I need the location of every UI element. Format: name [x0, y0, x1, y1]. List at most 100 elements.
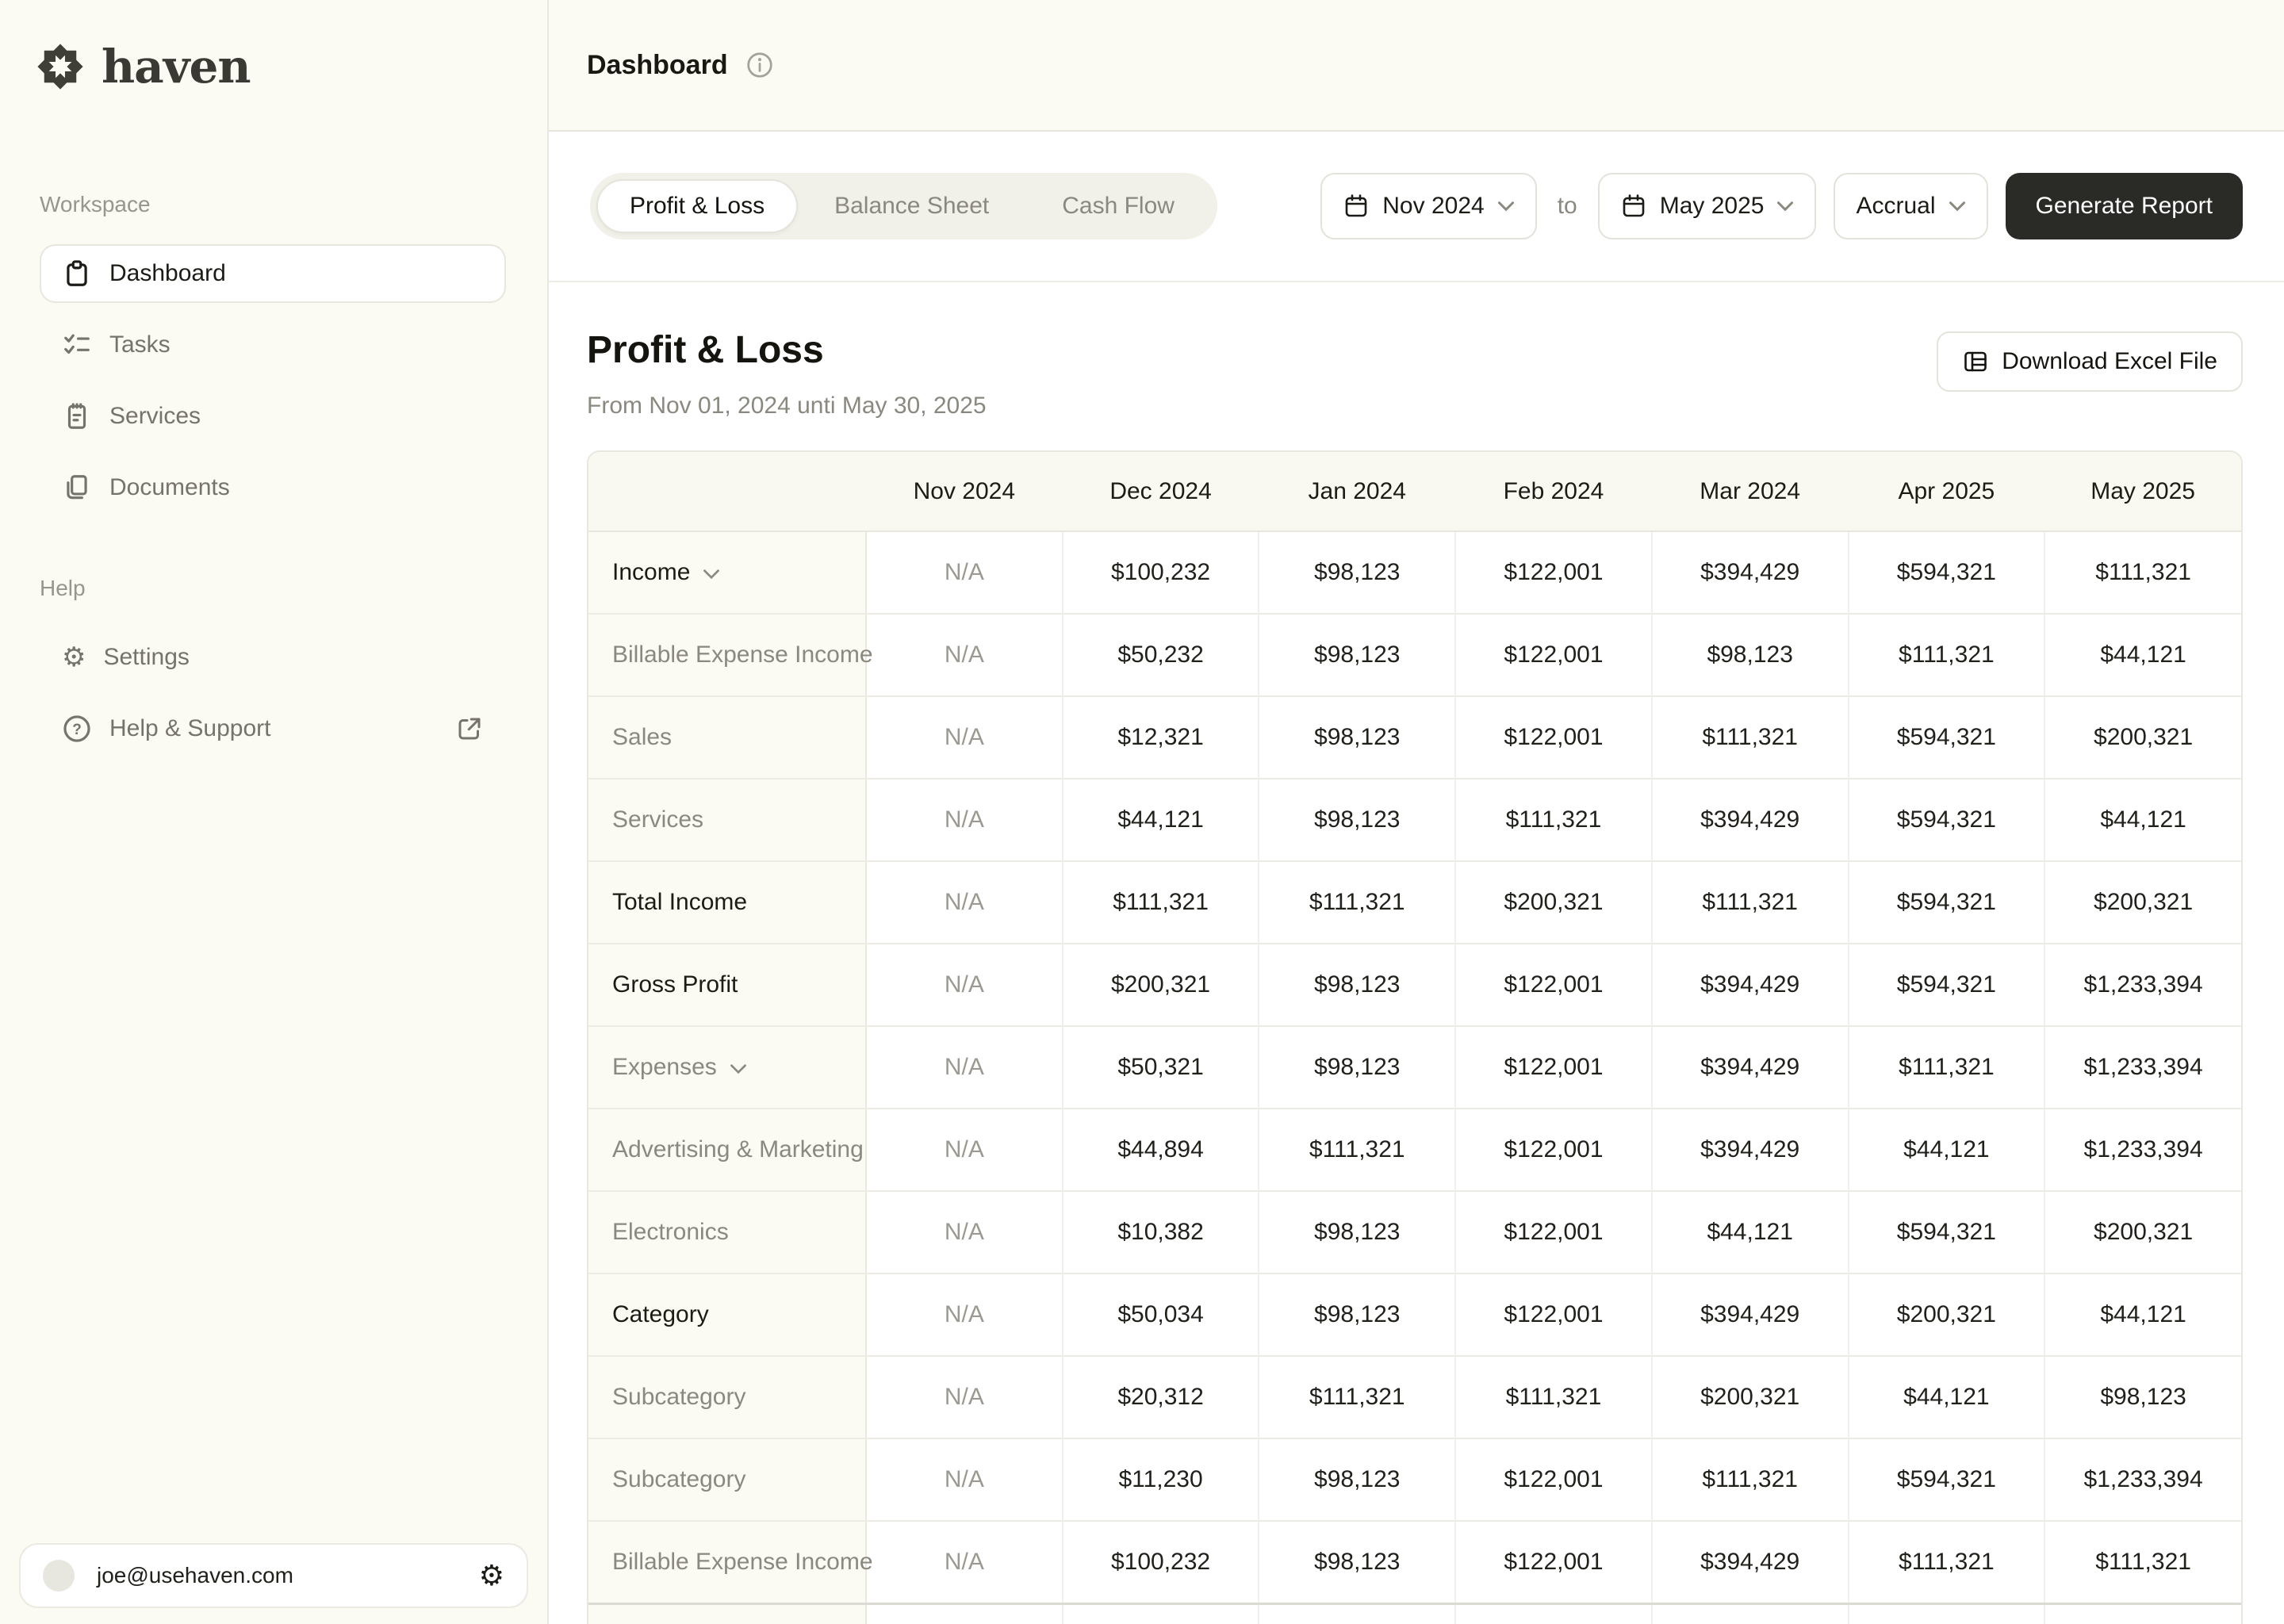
row-label: Advertising & Marketing: [612, 1136, 864, 1162]
row-label: Services: [612, 806, 704, 833]
table-cell: $111,321: [1847, 1521, 2045, 1605]
table-cell: N/A: [865, 1109, 1063, 1192]
row-label-cell: Services: [588, 779, 866, 862]
column-header: Dec 2024: [1062, 452, 1259, 532]
table-cell: N/A: [865, 1438, 1063, 1522]
table-cell: $122,001: [1454, 531, 1652, 615]
column-header: Feb 2024: [1455, 452, 1652, 532]
table-cell: $111,321: [1454, 1356, 1652, 1439]
table-row: Services N/A $44,121 $98,123 $111,321 $3…: [588, 779, 2241, 862]
spreadsheet-icon: [1964, 351, 1987, 372]
table-cell: $111,321: [1258, 861, 1456, 944]
help-section-label: Help: [40, 576, 86, 600]
tab-cash-flow[interactable]: Cash Flow: [1025, 179, 1211, 233]
row-label-cell[interactable]: Income: [588, 531, 866, 615]
table-row: Advertising & Marketing N/A $44,894 $111…: [588, 1109, 2241, 1192]
chevron-down-icon[interactable]: [730, 1063, 747, 1074]
clipboard-icon: [67, 260, 87, 286]
row-label: Gross Profit: [612, 971, 738, 998]
table-cell: $10,382: [1061, 1191, 1259, 1274]
brand-name: haven: [102, 40, 251, 94]
table-cell: N/A: [865, 779, 1063, 862]
table-cell: $111,321: [1650, 696, 1849, 779]
report-table-body: Income N/A $100,232 $98,123 $122,001 $39…: [588, 531, 2241, 1624]
tab-profit-loss[interactable]: Profit & Loss: [596, 179, 799, 233]
table-cell: $394,429: [1650, 1026, 1849, 1109]
table-cell: $1,233,394: [2044, 944, 2241, 1027]
row-label-cell: Electronics: [588, 1191, 866, 1274]
column-header: Mar 2024: [1651, 452, 1849, 532]
info-circle-icon[interactable]: [745, 51, 774, 79]
table-row: Billable Expense Income N/A $100,232 $98…: [588, 1521, 2241, 1605]
table-cell: $122,001: [1454, 1521, 1652, 1605]
report-content: Profit & Loss From Nov 01, 2024 unti May…: [549, 282, 2284, 1624]
accounting-basis-select[interactable]: Accrual: [1834, 173, 1988, 239]
table-cell: $50,321: [1061, 1026, 1259, 1109]
date-from-picker[interactable]: Nov 2024: [1320, 173, 1537, 239]
table-cell: $98,123: [1650, 614, 1849, 697]
report-toolbar: Profit & Loss Balance Sheet Cash Flow No…: [549, 132, 2284, 282]
table-cell: $111,321: [1258, 1109, 1456, 1192]
table-row: Income N/A $100,232 $98,123 $122,001 $39…: [588, 531, 2241, 615]
table-cell: N/A: [865, 614, 1063, 697]
chevron-down-icon: [1497, 201, 1514, 212]
table-cell: $98,123: [1258, 531, 1456, 615]
date-to-picker[interactable]: May 2025: [1597, 173, 1817, 239]
table-cell: $111,321: [2044, 531, 2241, 615]
table-cell: $394,429: [1650, 944, 1849, 1027]
generate-report-button[interactable]: Generate Report: [2005, 173, 2243, 239]
sidebar-item-label: Services: [109, 403, 201, 429]
table-row: Gross Profit N/A $200,321 $98,123 $122,0…: [588, 944, 2241, 1027]
tab-balance-sheet[interactable]: Balance Sheet: [798, 179, 1025, 233]
row-label-cell: Gross Profit: [588, 944, 866, 1027]
workspace-nav: Dashboard Tasks Services Documents: [40, 244, 508, 530]
column-header: May 2025: [2044, 452, 2241, 532]
table-cell: $111,321: [1650, 861, 1849, 944]
table-cell: $50,232: [1061, 614, 1259, 697]
table-cell: $111,321: [1847, 1026, 2045, 1109]
sidebar-item-tasks[interactable]: Tasks: [40, 316, 506, 374]
row-label-cell: Subcategory: [588, 1438, 866, 1522]
table-cell: $200,321: [2044, 861, 2241, 944]
table-cell: $200,321: [2044, 1191, 2241, 1274]
table-cell: $594,321: [1847, 861, 2045, 944]
svg-text:?: ?: [72, 722, 82, 738]
sidebar-item-settings[interactable]: ⚙ Settings: [40, 628, 506, 687]
table-cell: $122,001: [1454, 696, 1652, 779]
avatar: [43, 1560, 75, 1591]
table-cell: $200,321: [2044, 696, 2241, 779]
row-label: Expenses: [612, 1054, 717, 1080]
row-label-cell[interactable]: Expenses: [588, 1026, 866, 1109]
help-circle-icon: ?: [63, 715, 90, 742]
table-cell: $594,321: [1847, 1438, 2045, 1522]
toolbar-controls: Nov 2024 to May 2025 Accrual Generate Re…: [1320, 173, 2243, 239]
row-label: Subcategory: [612, 1466, 746, 1492]
sidebar-item-label: Documents: [109, 474, 230, 500]
sidebar-item-documents[interactable]: Documents: [40, 458, 506, 517]
table-cell: $44,121: [1061, 779, 1259, 862]
pnl-table: Nov 2024 Dec 2024 Jan 2024 Feb 2024 Mar …: [587, 450, 2243, 1624]
table-cell: $50,034: [1061, 1274, 1259, 1357]
row-label-cell: Billable Expense Income: [588, 614, 873, 697]
gear-icon[interactable]: ⚙: [479, 1560, 504, 1592]
table-cell: $98,123: [1258, 614, 1456, 697]
table-cell: $394,429: [1650, 1521, 1849, 1605]
row-label: Billable Expense Income: [612, 1548, 873, 1575]
report-type-tabs: Profit & Loss Balance Sheet Cash Flow: [590, 173, 1217, 239]
sidebar-item-help-support[interactable]: ? Help & Support: [40, 699, 506, 758]
table-cell: $98,123: [1258, 1274, 1456, 1357]
user-card[interactable]: joe@usehaven.com ⚙: [19, 1543, 528, 1608]
checklist-icon: [64, 334, 90, 354]
sidebar-item-services[interactable]: Services: [40, 387, 506, 446]
table-row: Subcategory N/A $11,230 $98,123 $122,001…: [588, 1438, 2241, 1522]
table-cell: $111,321: [1650, 1438, 1849, 1522]
sidebar-item-label: Tasks: [109, 331, 171, 358]
row-label-cell: Subcategory: [588, 1356, 866, 1439]
sidebar-item-dashboard[interactable]: Dashboard: [40, 244, 506, 303]
column-header: Jan 2024: [1259, 452, 1456, 532]
table-cell: $100,232: [1061, 531, 1259, 615]
table-cell: $100,232: [1061, 1521, 1259, 1605]
table-cell: $394,429: [1650, 531, 1849, 615]
download-excel-button[interactable]: Download Excel File: [1937, 331, 2243, 392]
chevron-down-icon[interactable]: [703, 569, 720, 580]
